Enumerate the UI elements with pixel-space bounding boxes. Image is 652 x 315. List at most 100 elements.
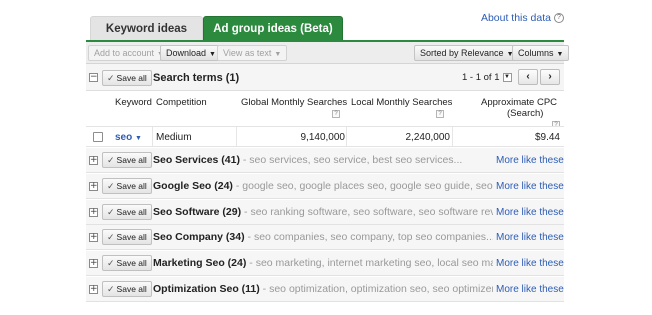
global-searches-cell: 9,140,000 [300,132,346,143]
tab-ad-group-ideas[interactable]: Ad group ideas (Beta) [203,16,343,40]
pager-dropdown-icon[interactable]: ▼ [502,73,512,82]
ad-group-keywords: - seo ranking software, seo software, se… [244,205,493,218]
sort-dropdown[interactable]: Sorted by Relevance ▼ [414,45,520,61]
help-icon[interactable]: ? [554,13,564,23]
divider [346,127,347,146]
ad-group-title[interactable]: Seo Services (41) [153,154,240,166]
download-button[interactable]: Download ▼ [160,45,222,61]
ad-group-keywords: - seo companies, seo company, top seo co… [244,231,493,244]
more-like-these-link[interactable]: More like these [496,284,564,295]
col-approximate-cpc-sub: (Search) [507,108,544,119]
tab-keyword-ideas[interactable]: Keyword ideas [90,16,203,40]
ad-group-title[interactable]: Marketing Seo (24) [153,257,246,269]
checkmark-icon: ✓ [107,284,115,294]
columns-dropdown[interactable]: Columns ▼ [512,45,570,61]
ad-group-save-all-button[interactable]: ✓ Save all [102,203,152,220]
ad-group-row: + ✓ Save all Seo Company (34) - seo compani… [86,225,564,251]
search-terms-save-all-button[interactable]: ✓ Save all [102,70,152,86]
prev-page-button[interactable]: ‹ [518,69,538,85]
save-all-label: Save all [116,206,147,217]
ad-group-summary: Marketing Seo (24) - seo marketing, inte… [153,257,493,269]
chevron-down-icon: ▼ [274,51,282,58]
search-terms-header: − ✓ Save all Search terms (1) 1 - 1 of 1 … [86,64,564,91]
ad-group-save-all-button[interactable]: ✓ Save all [102,281,152,297]
view-as-text-label: View as text [223,48,272,58]
pager: 1 - 1 of 1 ▼ [462,72,512,83]
more-like-these-link[interactable]: More like these [496,232,564,243]
divider [236,127,237,146]
col-keyword[interactable]: Keyword [115,97,152,108]
local-searches-cell: 2,240,000 [405,132,451,143]
about-this-data-link[interactable]: About this data [481,12,551,24]
about-this-data[interactable]: About this data ? [481,12,564,24]
more-like-these-link[interactable]: More like these [496,207,564,218]
next-page-button[interactable]: › [540,69,560,85]
ad-group-save-all-button[interactable]: ✓ Save all [102,229,152,246]
checkmark-icon: ✓ [107,258,115,269]
checkmark-icon: ✓ [107,155,115,165]
table-row: seo ▼ Medium 9,140,000 2,240,000 $9.44 [86,126,564,147]
col-global-monthly-searches[interactable]: Global Monthly Searches [241,97,347,108]
help-icon[interactable]: ? [332,110,340,118]
ad-group-keywords: - seo optimization, optimization seo, se… [259,283,493,295]
save-all-label: Save all [116,180,147,191]
ad-group-save-all-button[interactable]: ✓ Save all [102,152,152,168]
ad-group-row: + ✓ Save all Seo Services (41) - seo servic… [86,148,564,173]
save-all-label: Save all [116,155,147,165]
ad-group-keywords: - google seo, google places seo, google … [235,179,493,192]
expand-icon[interactable]: + [89,285,98,294]
save-all-label: Save all [116,73,147,83]
pager-label: 1 - 1 of 1 [462,72,500,83]
sort-label: Sorted by Relevance [420,48,504,58]
ad-group-summary: Optimization Seo (11) - seo optimization… [153,283,493,295]
more-like-these-link[interactable]: More like these [496,155,564,166]
col-competition[interactable]: Competition [156,97,207,108]
keyword-link[interactable]: seo [115,132,132,143]
ad-group-title[interactable]: Optimization Seo (11) [153,283,260,295]
col-approximate-cpc[interactable]: Approximate CPC [481,97,557,108]
add-to-account-label: Add to account [94,48,155,58]
ad-group-summary: Seo Services (41) - seo services, seo se… [153,154,493,166]
add-to-account-button[interactable]: Add to account▼ [88,45,170,61]
divider [152,127,153,146]
collapse-icon[interactable]: − [89,73,98,82]
column-headers: Keyword Competition Global Monthly Searc… [86,92,564,129]
save-all-label: Save all [116,284,147,294]
checkmark-icon: ✓ [107,180,115,191]
row-checkbox[interactable] [93,132,103,142]
ad-group-summary: Seo Company (34) - seo companies, seo co… [153,231,493,243]
view-as-text-button[interactable]: View as text ▼ [217,45,288,61]
ad-group-keywords: - seo marketing, internet marketing seo,… [249,257,493,270]
expand-icon[interactable]: + [89,259,98,269]
toolbar: Add to account▼ Download▼ View as text▼ … [86,40,570,64]
col-local-monthly-searches[interactable]: Local Monthly Searches [351,97,452,108]
ad-group-title[interactable]: Seo Software (29) [153,206,241,218]
chevron-down-icon[interactable]: ▼ [135,135,142,142]
ad-group-title[interactable]: Seo Company (34) [153,231,245,243]
expand-icon[interactable]: + [89,207,98,217]
save-all-label: Save all [116,232,147,243]
ad-group-row: + ✓ Save all Seo Software (29) - seo rankin… [86,199,564,225]
help-icon[interactable]: ? [436,110,444,118]
expand-icon[interactable]: + [89,156,98,165]
expand-icon[interactable]: + [89,233,98,243]
cpc-cell: $9.44 [534,132,560,143]
ad-group-row: + ✓ Save all Marketing Seo (24) - seo marke… [86,251,564,277]
checkmark-icon: ✓ [107,73,115,83]
more-like-these-link[interactable]: More like these [496,181,564,192]
divider [452,127,453,146]
checkmark-icon: ✓ [107,232,115,243]
ad-group-title[interactable]: Google Seo (24) [153,180,233,192]
ad-group-row: + ✓ Save all Google Seo (24) - google seo, … [86,173,564,199]
search-terms-title: Search terms (1) [153,72,240,84]
ad-group-summary: Google Seo (24) - google seo, google pla… [153,180,493,192]
chevron-down-icon: ▼ [556,51,564,58]
columns-label: Columns [518,48,554,58]
checkmark-icon: ✓ [107,206,115,217]
ad-group-save-all-button[interactable]: ✓ Save all [102,255,152,272]
more-like-these-link[interactable]: More like these [496,258,564,269]
download-label: Download [166,48,207,58]
expand-icon[interactable]: + [89,181,98,191]
ad-group-save-all-button[interactable]: ✓ Save all [102,177,152,194]
keyword-cell[interactable]: seo ▼ [115,132,142,143]
